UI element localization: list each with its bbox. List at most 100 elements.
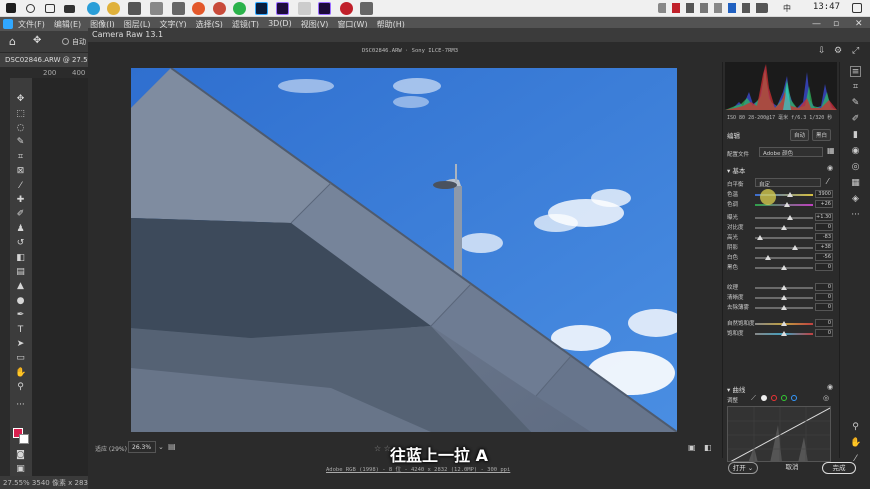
stamp-tool-icon[interactable]: ♟ [15, 224, 26, 234]
slider-knob[interactable] [781, 321, 787, 326]
slider-row[interactable]: 去除薄雾 0 [727, 303, 833, 312]
windows-start-icon[interactable] [6, 3, 16, 13]
wechat-icon[interactable] [233, 2, 246, 15]
fit-zoom-label[interactable]: 适应 (29%) [95, 444, 127, 453]
eyedropper-icon[interactable]: ⁄ [15, 181, 26, 191]
slider-knob[interactable] [781, 295, 787, 300]
photoshop-icon[interactable] [255, 2, 268, 15]
eraser-tool-icon[interactable]: ◧ [15, 253, 26, 263]
cancel-button[interactable]: 取消 [778, 462, 806, 474]
wb-eyedropper-icon[interactable]: ⁄ [827, 177, 828, 186]
slider-value[interactable]: 0 [815, 319, 833, 327]
slider-knob[interactable] [787, 215, 794, 220]
menu-file[interactable]: 文件(F) [18, 19, 45, 30]
slider-track[interactable] [755, 295, 813, 300]
slider-value[interactable]: +38 [815, 243, 833, 251]
slider-knob[interactable] [792, 245, 799, 250]
rating-stars[interactable]: ☆ ☆ [374, 444, 391, 453]
slider-value[interactable]: +1.30 [815, 213, 833, 221]
filmstrip-icon[interactable]: ▤ [168, 442, 176, 451]
hand-icon[interactable]: ✋ [850, 438, 861, 449]
slider-knob[interactable] [781, 331, 787, 336]
slider-value[interactable]: 0 [815, 293, 833, 301]
slider-value[interactable]: -56 [815, 253, 833, 261]
slider-value[interactable]: 0 [815, 329, 833, 337]
healing-icon[interactable]: ✎ [850, 98, 861, 109]
profile-browse-icon[interactable]: ▦ [827, 146, 835, 155]
move-tool-icon[interactable]: ✥ [15, 94, 26, 104]
slider-knob[interactable] [756, 235, 763, 240]
slider-value[interactable]: +26 [815, 200, 833, 208]
zoom-level-field[interactable]: 26.3% [128, 441, 156, 453]
edit-sliders-icon[interactable]: ≡ [850, 66, 861, 77]
slider-row[interactable]: 自然饱和度 0 [727, 319, 833, 328]
background-color-swatch[interactable] [19, 434, 29, 444]
view-single-icon[interactable]: ▣ [688, 443, 696, 452]
save-icon[interactable]: ⇩ [818, 46, 826, 56]
quick-select-icon[interactable]: ✎ [15, 137, 26, 147]
home-icon[interactable]: ⌂ [9, 35, 16, 48]
edge-icon[interactable] [87, 2, 100, 15]
slider-track[interactable] [755, 321, 813, 326]
document-tab[interactable]: DSC02846.ARW @ 27.5% ( [0, 53, 88, 67]
slider-row[interactable]: 黑色 0 [727, 263, 833, 272]
firefox-icon[interactable] [192, 2, 205, 15]
task-view-icon[interactable] [45, 4, 55, 13]
tone-curve-graph[interactable] [727, 406, 831, 462]
slider-knob[interactable] [783, 202, 790, 207]
profile-select[interactable]: Adobe 颜色 [759, 147, 823, 157]
zoom-icon[interactable]: ⚲ [850, 422, 861, 433]
slider-value[interactable]: 0 [815, 263, 833, 271]
app-icon[interactable] [150, 2, 163, 15]
zoom-tool-icon[interactable]: ⚲ [15, 382, 26, 392]
frame-tool-icon[interactable]: ⊠ [15, 166, 26, 176]
slider-track[interactable] [755, 265, 813, 270]
hand-tool-icon[interactable]: ✋ [15, 368, 26, 378]
slider-value[interactable]: -83 [815, 233, 833, 241]
app-icon[interactable] [360, 2, 373, 15]
history-brush-icon[interactable]: ↺ [15, 238, 26, 248]
red-eye-icon[interactable]: ◎ [850, 162, 861, 173]
open-button[interactable]: 打开 ⌄ [728, 462, 758, 474]
slider-value[interactable]: 0 [815, 223, 833, 231]
slider-row[interactable]: 饱和度 0 [727, 329, 833, 338]
photo-preview[interactable] [131, 68, 677, 432]
settings-icon[interactable]: ⚙ [834, 46, 842, 56]
curve-eye-icon[interactable]: ◉ [827, 383, 833, 391]
slider-row[interactable]: 色温 3900 [727, 190, 833, 199]
workflow-options-link[interactable]: Adobe RGB (1998) - 8 位 - 4240 x 2832 (12… [326, 465, 510, 473]
slider-track[interactable] [755, 245, 813, 250]
chrome-icon[interactable] [107, 2, 120, 15]
view-compare-icon[interactable]: ◧ [704, 443, 712, 452]
auto-select-checkbox[interactable] [62, 38, 69, 45]
slider-value[interactable]: 3900 [815, 190, 833, 198]
type-tool-icon[interactable]: T [15, 325, 26, 335]
snapshots-icon[interactable]: ▦ [850, 178, 861, 189]
parametric-curve-icon[interactable]: ⟋ [751, 394, 756, 403]
pen-tool-icon[interactable]: ✒ [15, 310, 26, 320]
white-balance-select[interactable]: 自定 [755, 178, 821, 188]
slider-track[interactable] [755, 235, 813, 240]
fullscreen-icon[interactable]: ⤢ [852, 46, 859, 56]
visibility-eye-icon[interactable]: ◉ [827, 164, 833, 172]
target-adjust-icon[interactable]: ◎ [823, 394, 829, 402]
black-white-button[interactable]: 黑白 [812, 129, 832, 141]
crop-rotate-icon[interactable]: ⌗ [850, 82, 861, 93]
notification-icon[interactable] [852, 3, 862, 13]
basic-section-header[interactable]: ▾ 基本 [727, 165, 745, 175]
auto-button[interactable]: 自动 [790, 129, 810, 141]
slider-track[interactable] [755, 285, 813, 290]
slider-knob[interactable] [764, 255, 771, 260]
slider-track[interactable] [755, 225, 813, 230]
slider-row[interactable]: 清晰度 0 [727, 293, 833, 302]
slider-row[interactable]: 曝光 +1.30 [727, 213, 833, 222]
app-icon[interactable] [298, 2, 311, 15]
slider-track[interactable] [755, 215, 813, 220]
point-curve-white-icon[interactable] [761, 395, 767, 401]
green-channel-icon[interactable] [781, 395, 787, 401]
brush-tool-icon[interactable]: ✐ [15, 209, 26, 219]
slider-row[interactable]: 高光 -83 [727, 233, 833, 242]
curve-section-header[interactable]: ▾ 曲线 [727, 384, 745, 394]
slider-knob[interactable] [781, 265, 787, 270]
healing-brush-icon[interactable]: ✚ [15, 195, 26, 205]
